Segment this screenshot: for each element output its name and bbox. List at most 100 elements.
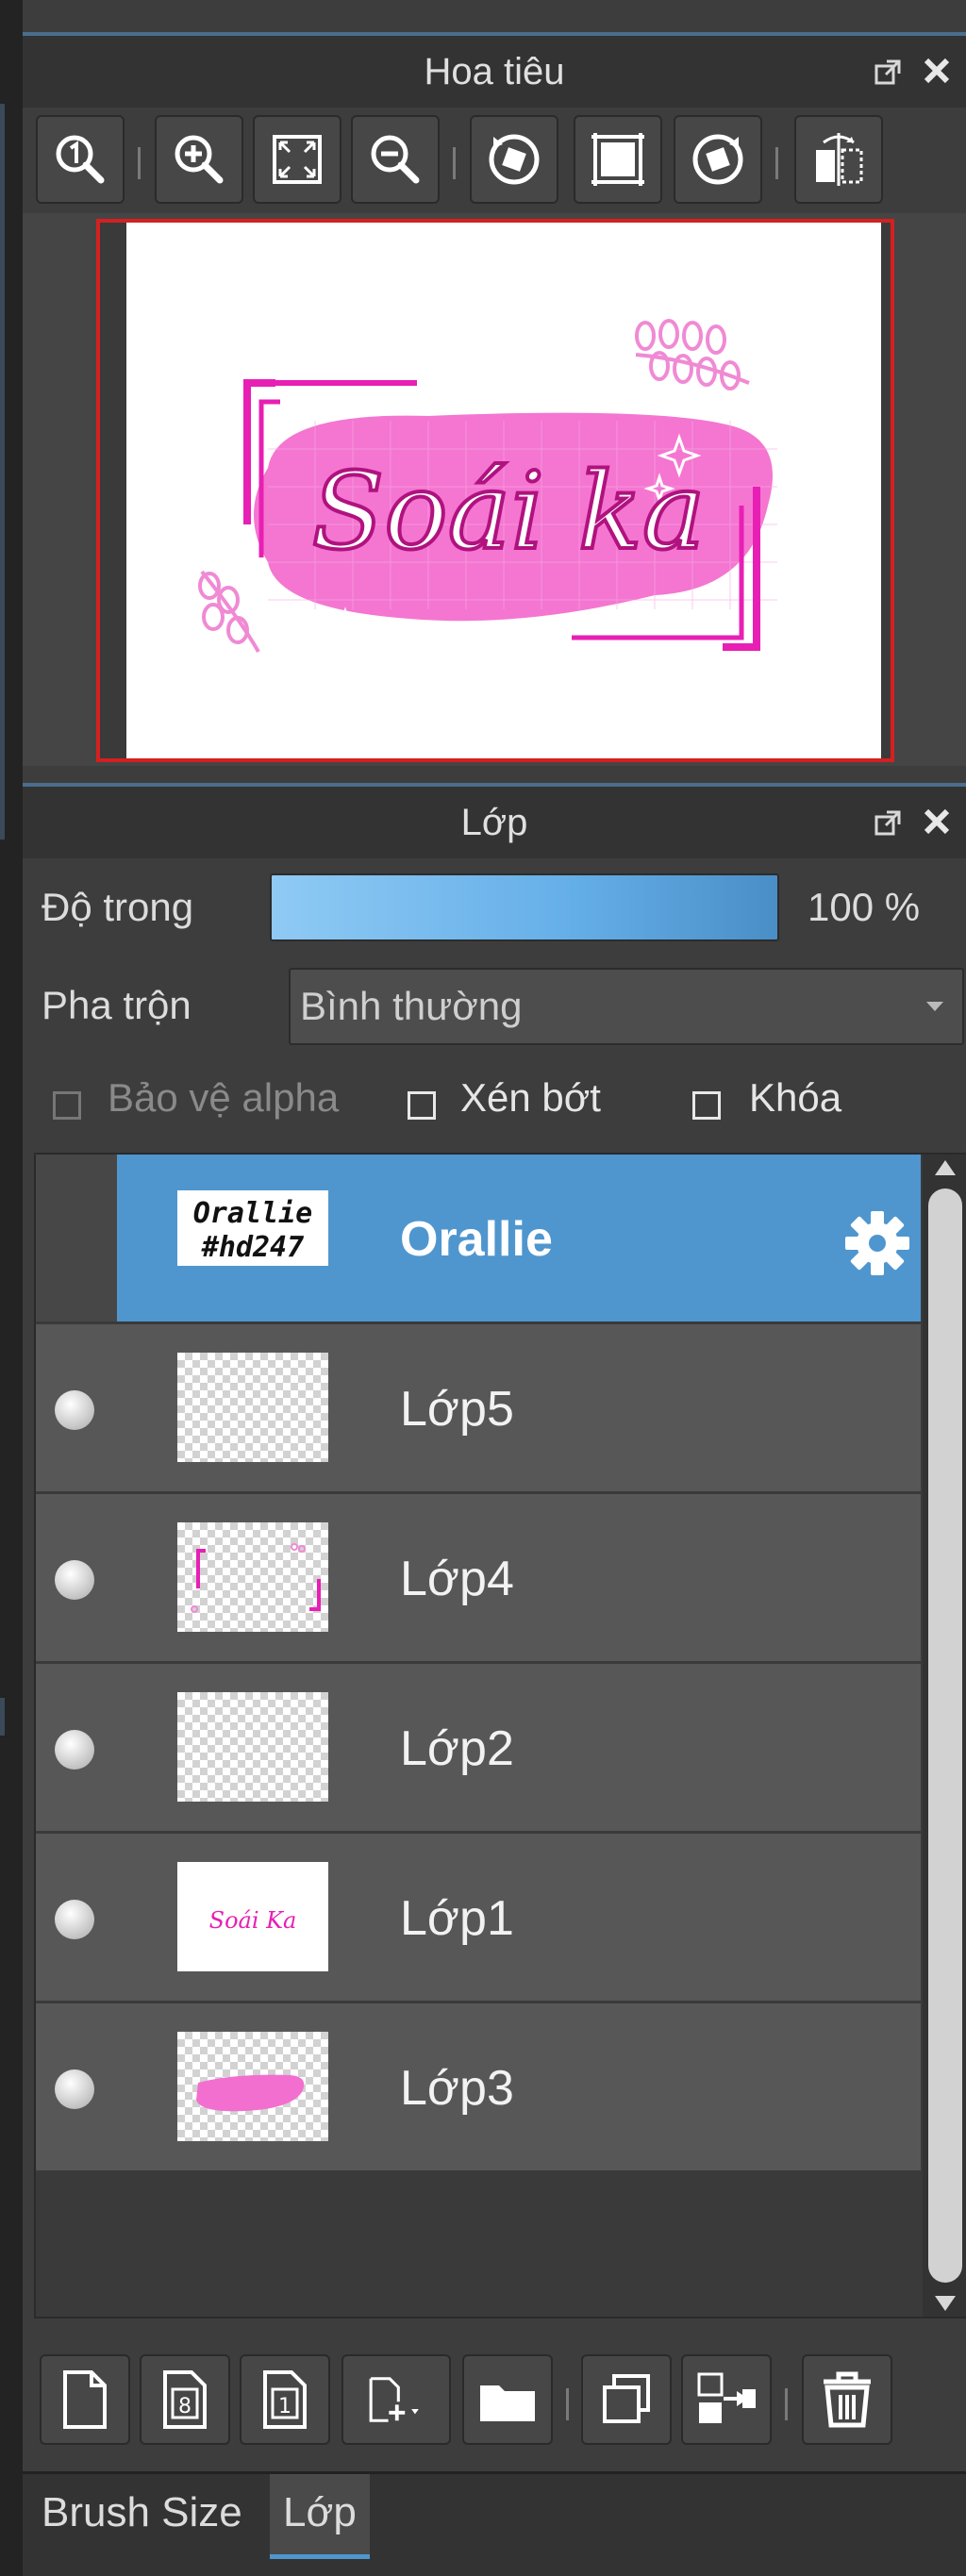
- layer-thumbnail: [177, 1522, 328, 1632]
- layer-panel-title: Lớp: [460, 802, 528, 843]
- lock-checkbox[interactable]: [692, 1091, 721, 1120]
- visibility-dot-icon: [55, 1900, 94, 1939]
- duplicate-icon: [603, 2374, 650, 2423]
- duplicate-layer-button[interactable]: [581, 2354, 672, 2445]
- protect-alpha-checkbox[interactable]: [53, 1091, 81, 1120]
- clipping-label: Xén bớt: [460, 1075, 601, 1120]
- navigator-titlebar: Hoa tiêu: [23, 32, 966, 108]
- close-icon[interactable]: [921, 55, 953, 87]
- flip-horizontal-button[interactable]: [794, 115, 883, 204]
- flip-horizontal-icon: [816, 133, 863, 186]
- zoom-out-icon: [371, 135, 420, 184]
- zoom-out-button[interactable]: [351, 115, 440, 204]
- layer-toolbar: 8 1: [23, 2349, 966, 2452]
- layer-name: Lớp1: [400, 1891, 514, 1946]
- layer-thumbnail: Soái Ka: [177, 1862, 328, 1971]
- layer-row-lop2[interactable]: Lớp2: [36, 1664, 921, 1834]
- left-edge-strip: [0, 0, 23, 2576]
- navigator-toolbar: [23, 106, 966, 209]
- add-page-icon: [369, 2377, 419, 2422]
- merge-down-icon: [697, 2372, 756, 2423]
- visibility-dot-icon: [55, 2069, 94, 2109]
- visibility-dot-icon: [55, 1390, 94, 1430]
- fit-screen-button[interactable]: [253, 115, 341, 204]
- layer-row-lop4[interactable]: Lớp4: [36, 1494, 921, 1664]
- layer-thumbnail: [177, 1692, 328, 1802]
- tab-brush-size[interactable]: Brush Size: [28, 2474, 256, 2559]
- add-layer-menu-button[interactable]: [341, 2354, 451, 2445]
- canvas-preview: Soái ka: [126, 223, 881, 758]
- gear-icon[interactable]: [841, 1207, 913, 1279]
- opacity-value: 100 %: [808, 885, 921, 929]
- rotate-left-icon: [489, 134, 540, 185]
- scroll-up-icon[interactable]: [935, 1160, 956, 1175]
- layer-thumb-text-1: Soái Ka: [209, 1907, 297, 1934]
- new-layer-button[interactable]: [40, 2354, 130, 2445]
- new-folder-button[interactable]: [462, 2354, 553, 2445]
- navigator-title: Hoa tiêu: [424, 51, 565, 92]
- opacity-slider[interactable]: [270, 873, 779, 941]
- page-1bit-icon: 1: [263, 2370, 307, 2429]
- blend-mode-select[interactable]: Bình thường: [289, 968, 964, 1045]
- layer-name: Lớp3: [400, 2061, 514, 2116]
- blend-mode-value: Bình thường: [300, 984, 523, 1028]
- clipping-checkbox[interactable]: [408, 1091, 436, 1120]
- visibility-toggle[interactable]: [36, 1494, 117, 1661]
- visibility-toggle[interactable]: [36, 1155, 117, 1321]
- lock-label: Khóa: [749, 1075, 842, 1120]
- zoom-in-button[interactable]: [155, 115, 243, 204]
- svg-text:1: 1: [278, 2395, 291, 2418]
- scroll-down-icon[interactable]: [935, 2296, 956, 2311]
- visibility-toggle[interactable]: [36, 1834, 117, 2001]
- layer-thumbnail: [177, 2032, 328, 2141]
- visibility-toggle[interactable]: [36, 1664, 117, 1831]
- fit-screen-icon: [273, 135, 322, 184]
- visibility-dot-icon: [55, 1730, 94, 1770]
- opacity-label: Độ trong: [42, 885, 194, 929]
- rotate-right-icon: [692, 134, 743, 185]
- new-8bit-layer-button[interactable]: 8: [140, 2354, 230, 2445]
- layer-thumbnail: Orallie #hd247: [177, 1190, 328, 1266]
- visibility-toggle[interactable]: [36, 1324, 117, 1491]
- svg-text:8: 8: [178, 2395, 192, 2418]
- layer-list: Orallie #hd247 Orallie Lớp5 Lớp4 Lớp2 So…: [34, 1153, 966, 2318]
- layer-name: Lớp5: [400, 1382, 514, 1437]
- trash-icon: [824, 2371, 871, 2428]
- preview-lettering: Soái ka: [312, 451, 706, 573]
- popout-icon[interactable]: [874, 809, 902, 838]
- fit-canvas-icon: [591, 133, 644, 186]
- layer-name: Lớp4: [400, 1552, 514, 1606]
- tab-layer[interactable]: Lớp: [270, 2474, 370, 2559]
- layer-list-scrollbar[interactable]: [923, 1155, 966, 2317]
- zoom-actual-button[interactable]: [36, 115, 125, 204]
- zoom-in-icon: [175, 135, 224, 184]
- layer-thumb-text-1: Orallie: [193, 1197, 312, 1230]
- scrollbar-thumb[interactable]: [928, 1188, 962, 2283]
- rotate-right-button[interactable]: [674, 115, 762, 204]
- layer-row-lop1[interactable]: Soái Ka Lớp1: [36, 1834, 921, 2003]
- fit-canvas-button[interactable]: [574, 115, 662, 204]
- zoom-actual-icon: [56, 135, 105, 184]
- layer-row-lop3[interactable]: Lớp3: [36, 2003, 921, 2173]
- merge-layer-button[interactable]: [681, 2354, 772, 2445]
- new-1bit-layer-button[interactable]: 1: [240, 2354, 330, 2445]
- page-8bit-icon: 8: [163, 2370, 207, 2429]
- layer-name: Lớp2: [400, 1721, 514, 1776]
- new-page-icon: [63, 2370, 107, 2429]
- chevron-down-icon: [926, 1002, 943, 1011]
- popout-icon[interactable]: [874, 58, 902, 87]
- layer-row-orallie[interactable]: Orallie #hd247 Orallie: [36, 1155, 921, 1324]
- panel-tab-bar: Brush Size Lớp: [23, 2471, 966, 2576]
- delete-layer-button[interactable]: [802, 2354, 892, 2445]
- layer-name: Orallie: [400, 1212, 553, 1267]
- rotate-left-button[interactable]: [470, 115, 558, 204]
- close-icon[interactable]: [921, 806, 953, 838]
- navigator-preview[interactable]: Soái ka: [23, 213, 966, 766]
- blend-label: Pha trộn: [42, 983, 192, 1027]
- layer-row-lop5[interactable]: Lớp5: [36, 1324, 921, 1494]
- layer-titlebar: Lớp: [23, 783, 966, 858]
- visibility-dot-icon: [55, 1560, 94, 1600]
- side-panel: Hoa tiêu Soái ka Lớp Độ trong 100 % Pha …: [23, 0, 966, 2576]
- layer-thumbnail: [177, 1353, 328, 1462]
- visibility-toggle[interactable]: [36, 2003, 117, 2170]
